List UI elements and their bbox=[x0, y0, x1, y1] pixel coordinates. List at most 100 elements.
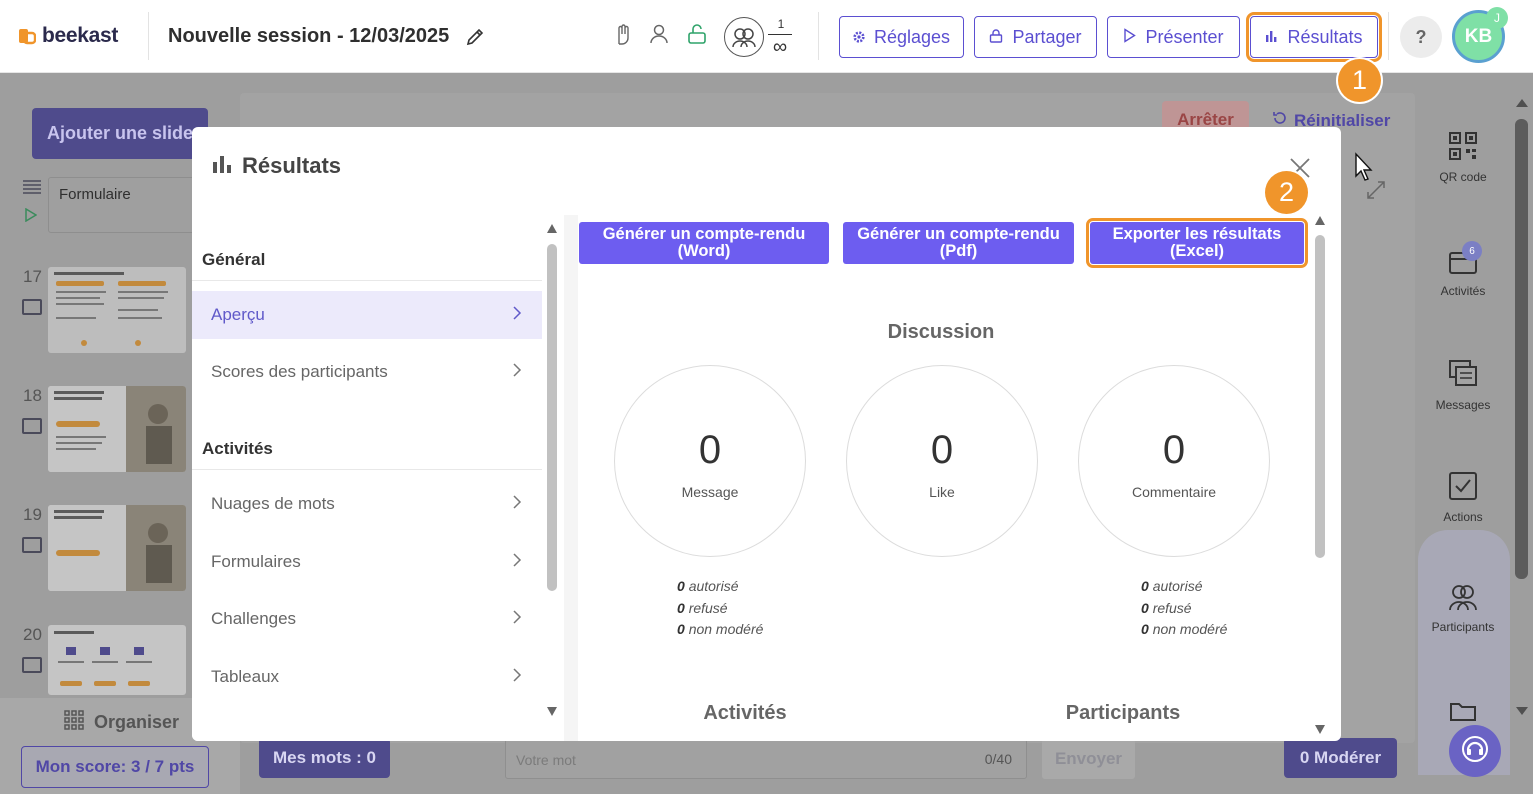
slide-thumbnail[interactable]: Formulaire bbox=[48, 177, 198, 233]
slide-type-icon bbox=[22, 657, 42, 673]
present-label: Présenter bbox=[1145, 26, 1224, 47]
folder-icon[interactable] bbox=[1449, 700, 1477, 727]
grid-icon bbox=[64, 710, 84, 735]
stat-circle-messages: 0 Message bbox=[614, 365, 806, 557]
messages-label: Messages bbox=[1435, 398, 1491, 412]
generate-pdf-report-button[interactable]: Générer un compte-rendu (Pdf) bbox=[843, 222, 1074, 264]
participants-section-title: Participants bbox=[1065, 702, 1181, 724]
slide-item-formulaire[interactable]: Formulaire bbox=[20, 177, 198, 237]
nav-heading-activities: Activités bbox=[202, 439, 273, 458]
divider bbox=[818, 12, 819, 60]
message-moderation-stats: 0 autorisé 0 refusé 0 non modéré bbox=[677, 576, 763, 641]
divider bbox=[1388, 12, 1389, 60]
share-label: Partager bbox=[1012, 26, 1082, 47]
top-bar: beekast Nouvelle session - 12/03/2025 1 … bbox=[0, 0, 1533, 73]
word-input-placeholder: Votre mot bbox=[516, 752, 576, 768]
step-marker-2: 2 bbox=[1265, 171, 1308, 214]
moderation-row: 0 non modéré bbox=[1141, 621, 1228, 637]
stat-label: Commentaire bbox=[1131, 484, 1217, 500]
headset-icon bbox=[1460, 734, 1490, 769]
nav-item-label: Formulaires bbox=[211, 552, 301, 571]
beekast-logo[interactable]: beekast bbox=[18, 24, 118, 48]
export-excel-button[interactable]: Exporter les résultats (Excel) bbox=[1086, 218, 1308, 268]
score-badge[interactable]: Mon score: 3 / 7 pts bbox=[21, 746, 209, 788]
nav-scrollbar[interactable] bbox=[546, 215, 558, 741]
my-words-button[interactable]: Mes mots : 0 bbox=[259, 738, 390, 778]
nav-item-label: Scores des participants bbox=[211, 362, 388, 381]
send-button[interactable]: Envoyer bbox=[1042, 739, 1135, 779]
page-scrollbar[interactable] bbox=[1512, 93, 1532, 721]
nav-item-tables[interactable]: Tableaux bbox=[192, 653, 542, 701]
bar-chart-icon bbox=[212, 155, 232, 178]
slide-item-17[interactable]: 17 bbox=[20, 267, 195, 355]
results-button[interactable]: Résultats bbox=[1246, 12, 1382, 62]
chevron-right-icon bbox=[512, 305, 522, 326]
slide-type-icon bbox=[22, 418, 42, 434]
messages-tool[interactable]: Messages bbox=[1422, 359, 1504, 412]
nav-item-participant-scores[interactable]: Scores des participants bbox=[192, 348, 542, 396]
stat-value: 0 bbox=[698, 428, 722, 472]
nav-item-label: Nuages de mots bbox=[211, 494, 335, 513]
modal-title: Résultats bbox=[242, 153, 342, 178]
settings-button[interactable]: Réglages bbox=[839, 16, 964, 58]
generate-word-report-button[interactable]: Générer un compte-rendu (Word) bbox=[579, 222, 829, 264]
fraction-line bbox=[768, 34, 792, 35]
participants-max: ∞ bbox=[772, 36, 788, 58]
step-marker-1: 1 bbox=[1338, 59, 1381, 102]
share-button[interactable]: Partager bbox=[974, 16, 1097, 58]
nav-divider bbox=[192, 469, 542, 470]
moderate-button[interactable]: 0 Modérer bbox=[1284, 738, 1397, 778]
actions-icon bbox=[1448, 471, 1478, 504]
slide-thumbnail[interactable] bbox=[48, 625, 186, 695]
gear-icon bbox=[853, 27, 865, 48]
play-slide-icon[interactable] bbox=[25, 207, 38, 227]
support-chat-button[interactable] bbox=[1449, 725, 1501, 777]
moderation-row: 0 refusé bbox=[677, 599, 728, 616]
mouse-cursor-icon bbox=[1354, 152, 1376, 187]
qr-code-tool[interactable]: QR code bbox=[1422, 131, 1504, 184]
raise-hand-icon[interactable] bbox=[614, 24, 632, 51]
stat-value: 0 bbox=[1162, 428, 1186, 472]
chevron-right-icon bbox=[512, 552, 522, 573]
slide-thumbnail[interactable] bbox=[48, 505, 186, 591]
participants-icon bbox=[724, 17, 764, 57]
content-scrollbar[interactable] bbox=[1314, 215, 1326, 741]
word-input[interactable]: Votre mot 0/40 bbox=[505, 739, 1027, 779]
slide-item-20[interactable]: 20 bbox=[20, 625, 195, 700]
participants-counter[interactable]: 1 ∞ bbox=[724, 17, 794, 58]
help-button[interactable]: ? bbox=[1400, 16, 1442, 58]
nav-item-word-clouds[interactable]: Nuages de mots bbox=[192, 480, 542, 528]
slide-item-18[interactable]: 18 bbox=[20, 386, 195, 474]
moderation-row: 0 autorisé bbox=[1141, 578, 1203, 594]
actions-tool[interactable]: Actions bbox=[1422, 471, 1504, 524]
edit-title-pencil-icon[interactable] bbox=[465, 27, 485, 52]
word-char-count: 0/40 bbox=[984, 751, 1012, 767]
slide-item-19[interactable]: 19 bbox=[20, 505, 195, 593]
present-button[interactable]: Présenter bbox=[1107, 16, 1240, 58]
settings-label: Réglages bbox=[873, 26, 951, 47]
qr-code-icon bbox=[1448, 131, 1478, 164]
participants-label: Participants bbox=[1431, 620, 1495, 634]
stat-circle-likes: 0 Like bbox=[846, 365, 1038, 557]
beekast-logo-icon bbox=[18, 27, 37, 45]
slide-label: Formulaire bbox=[59, 186, 131, 203]
add-slide-button[interactable]: Ajouter une slide bbox=[32, 108, 208, 159]
nav-item-forms[interactable]: Formulaires bbox=[192, 538, 542, 586]
unlock-icon[interactable] bbox=[687, 24, 707, 49]
logo-text: beekast bbox=[42, 24, 119, 47]
user-icon[interactable] bbox=[649, 24, 669, 49]
moderation-row: 0 autorisé bbox=[677, 578, 739, 594]
comment-moderation-stats: 0 autorisé 0 refusé 0 non modéré bbox=[1141, 576, 1227, 641]
chevron-right-icon bbox=[512, 609, 522, 630]
organize-button[interactable]: Organiser bbox=[64, 710, 179, 735]
slide-number: 20 bbox=[23, 625, 42, 644]
slide-type-icon bbox=[22, 299, 42, 315]
slide-thumbnail[interactable] bbox=[48, 267, 186, 353]
nav-item-overview[interactable]: Aperçu bbox=[192, 291, 542, 339]
participants-tool[interactable]: Participants bbox=[1422, 583, 1504, 634]
nav-divider bbox=[192, 280, 542, 281]
slide-thumbnail[interactable] bbox=[48, 386, 186, 472]
stat-label: Message bbox=[681, 484, 739, 500]
nav-item-challenges[interactable]: Challenges bbox=[192, 595, 542, 643]
chevron-right-icon bbox=[512, 667, 522, 688]
